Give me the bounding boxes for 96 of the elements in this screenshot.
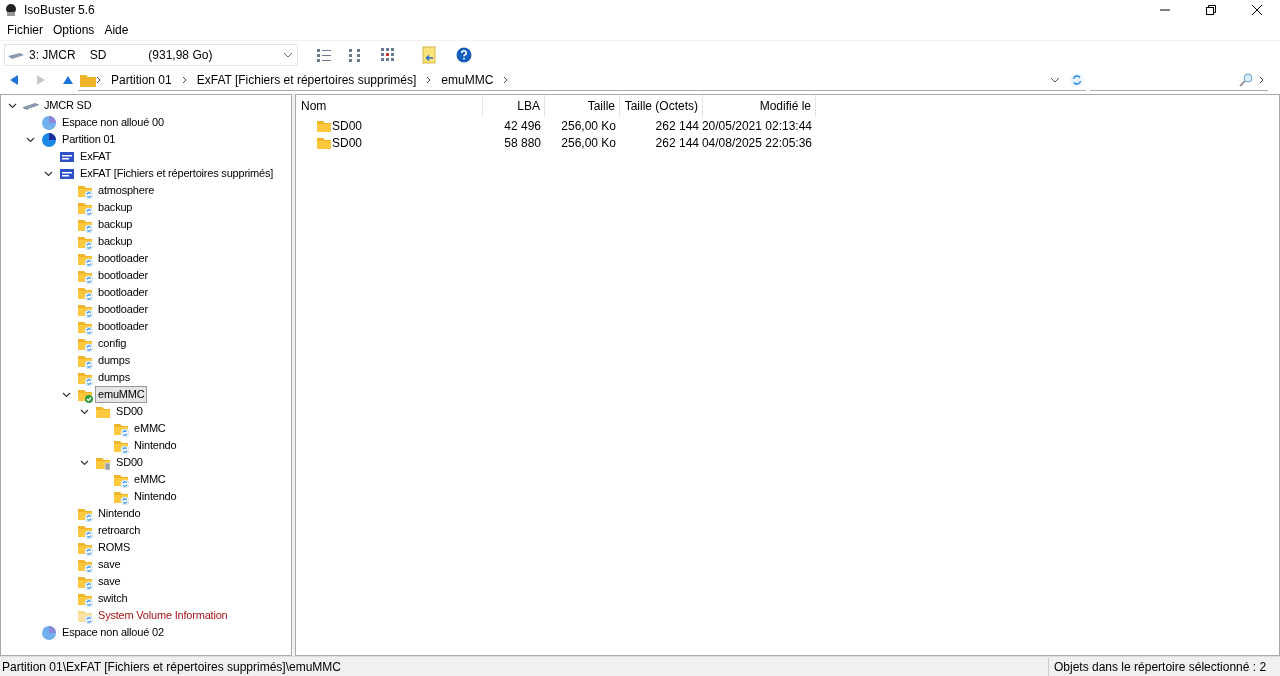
tree-item[interactable]: Nintendo [95, 505, 144, 522]
tree-item[interactable]: eMMC [131, 471, 169, 488]
tree-item[interactable]: Nintendo [131, 488, 180, 505]
list-view-button[interactable] [316, 46, 332, 63]
chevron-down-icon[interactable] [79, 408, 89, 415]
table-cell-text: 20/05/2021 02:13:44 [701, 117, 812, 135]
help-button[interactable] [456, 46, 472, 63]
tree-item[interactable]: Espace non alloué 02 [59, 624, 167, 641]
file-name[interactable]: SD00 [332, 116, 363, 135]
up-button[interactable] [62, 74, 74, 86]
breadcrumb-item[interactable]: Partition 01 [111, 70, 172, 89]
refresh-icon [1070, 72, 1084, 87]
column-header[interactable]: Taille [545, 95, 620, 117]
tree-item[interactable]: save [95, 556, 124, 573]
chevron-down-icon[interactable] [7, 102, 17, 109]
chevron-right-icon [503, 75, 509, 84]
left-triangle-icon [8, 74, 20, 86]
tree-item[interactable]: backup [95, 216, 136, 233]
search-icon [1239, 72, 1253, 87]
right-triangle-icon [35, 74, 47, 86]
tree-item[interactable]: bootloader [95, 284, 151, 301]
tree-item[interactable]: switch [95, 590, 131, 607]
chevron-down-icon [1050, 76, 1060, 83]
tree-item[interactable]: bootloader [95, 318, 151, 335]
tree-item[interactable]: ExFAT [Fichiers et répertoires supprimés] [77, 165, 277, 182]
tree-item[interactable]: config [95, 335, 130, 352]
tree-item[interactable]: bootloader [95, 250, 151, 267]
tree-item[interactable]: ROMS [95, 539, 134, 556]
table-cell-text: 42 496 [504, 117, 541, 135]
back-button[interactable] [8, 74, 20, 86]
file-name[interactable]: SD00 [332, 133, 363, 152]
tree-item[interactable]: bootloader [95, 301, 151, 318]
tree-item[interactable]: Nintendo [131, 437, 180, 454]
list-view-icon [316, 46, 332, 63]
pie-chart-icon [41, 624, 57, 641]
menu-item[interactable]: Aide [99, 20, 134, 40]
close-icon [1252, 5, 1262, 15]
chevron-right-icon [96, 75, 101, 84]
tree-item[interactable]: Espace non alloué 00 [59, 114, 167, 131]
column-header[interactable]: Modifié le [703, 95, 816, 117]
tree-item[interactable]: atmosphere [95, 182, 158, 199]
table-cell-text: 04/08/2025 22:05:36 [701, 134, 812, 152]
tree-item[interactable]: SD00 [113, 403, 146, 420]
pie-chart-icon [41, 114, 57, 131]
column-header[interactable]: LBA [483, 95, 545, 117]
menu-item[interactable]: Fichier [2, 20, 48, 40]
tree-item[interactable]: JMCR SD [41, 97, 95, 114]
table-cell-text: 256,00 Ko [561, 117, 616, 135]
table-cell-text: 262 144 [655, 117, 699, 135]
tree-item[interactable]: dumps [95, 352, 134, 369]
extract-button[interactable] [422, 45, 438, 64]
tree-item[interactable]: backup [95, 233, 136, 250]
chevron-down-icon [283, 51, 293, 58]
up-triangle-icon [62, 74, 74, 86]
tree-item[interactable]: emuMMC [95, 386, 148, 403]
tree-item[interactable]: eMMC [131, 420, 169, 437]
chevron-down-icon[interactable] [61, 391, 71, 398]
tree-item[interactable]: System Volume Information [95, 607, 231, 624]
tree-item[interactable]: save [95, 573, 124, 590]
chevron-down-icon[interactable] [25, 136, 35, 143]
chevron-right-icon [426, 75, 432, 84]
table-cell-text: 256,00 Ko [561, 134, 616, 152]
column-header[interactable]: Nom [296, 95, 483, 117]
device-id: 3: JMCR [29, 46, 76, 64]
chevron-right-icon [181, 75, 187, 84]
device-type: SD [89, 46, 107, 64]
device-dropdown[interactable]: 3: JMCR SD (931,98 Go) [4, 43, 298, 66]
chevron-down-icon[interactable] [43, 170, 53, 177]
tree-item[interactable]: backup [95, 199, 136, 216]
column-header[interactable]: Taille (Octets) [620, 95, 703, 117]
breadcrumb-item[interactable]: ExFAT [Fichiers et répertoires supprimés] [196, 70, 417, 89]
tree-item[interactable]: ExFAT [77, 148, 115, 165]
icons-view-button[interactable] [380, 46, 396, 63]
status-count: Objets dans le répertoire sélectionné : 2 [1048, 657, 1280, 676]
status-path: Partition 01\ExFAT [Fichiers et répertoires supprimés]\emuMMC [2, 658, 341, 676]
tree-item[interactable]: Partition 01 [59, 131, 119, 148]
chevron-down-icon[interactable] [79, 459, 89, 466]
app-icon [4, 3, 18, 17]
address-bar[interactable]: Partition 01 ExFAT [Fichiers et répertoires supprimés] emuMMC [78, 69, 1086, 91]
restore-icon [1206, 5, 1216, 15]
tree-item[interactable]: dumps [95, 369, 134, 386]
refresh-button[interactable] [1070, 72, 1084, 87]
menu-item[interactable]: Options [48, 20, 100, 40]
table-cell-text: 262 144 [655, 134, 699, 152]
window-title: IsoBuster 5.6 [24, 2, 95, 19]
device-size: (931,98 Go) [148, 46, 213, 64]
grid-view-icon [380, 46, 396, 63]
pie-chart-icon [41, 131, 57, 148]
help-icon [456, 46, 472, 63]
tree-item[interactable]: SD00 [113, 454, 146, 471]
table-cell-text: 58 880 [504, 134, 541, 152]
tree-item[interactable]: bootloader [95, 267, 151, 284]
folder-icon [80, 72, 96, 87]
tree-item[interactable]: retroarch [95, 522, 144, 539]
chevron-right-icon [1259, 75, 1264, 84]
breadcrumb-item[interactable]: emuMMC [441, 70, 494, 89]
